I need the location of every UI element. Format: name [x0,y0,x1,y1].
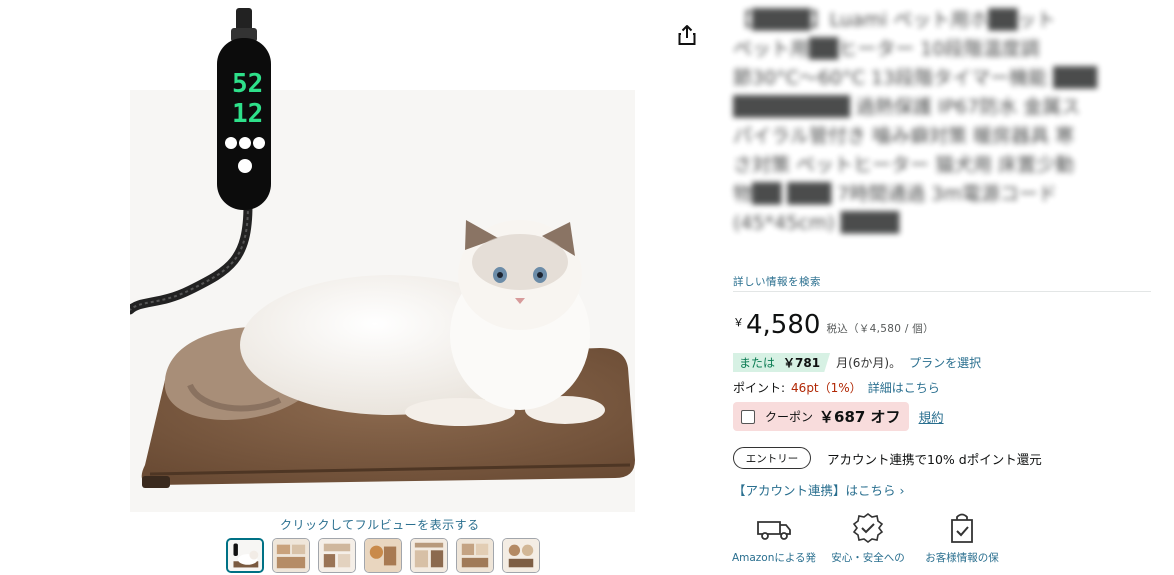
installment-prefix: または [739,356,776,370]
feature-privacy[interactable]: お客様情報の保 [921,510,1003,565]
shield-badge-icon [852,513,884,543]
truck-icon [757,521,791,540]
select-plan-link[interactable]: プランを選択 [909,354,981,371]
installment-amount: ￥781 [783,356,821,370]
installment-term: 月(6か月)。 [836,356,902,370]
title-line-6: さ対策 ペットヒーター 猫犬用 床置少動 [733,154,1075,176]
thumbnail-7[interactable] [502,538,540,573]
thumbnail-1[interactable] [226,538,264,573]
installment-row: または ￥781 月(6か月)。 プランを選択 [733,353,981,372]
points-value: 46pt（1%） [791,381,862,395]
share-icon[interactable] [676,24,698,46]
controller-timer-display: 12 [232,99,263,129]
feature-label: Amazonによる発 [731,552,817,564]
coupon-terms-link[interactable]: 規約 [919,407,944,426]
thumbnail-3[interactable] [318,538,356,573]
feature-label: 安心・安全への [831,552,905,564]
title-line-5: パイラル管付き 噛み癖対策 暖房器具 寒 [733,125,1075,147]
thumbnail-4[interactable] [364,538,402,573]
coupon-amount: ￥687 オフ [819,408,901,426]
price-tax-note: 税込（￥4,580 / 個） [826,323,934,335]
feature-badges: Amazonによる発 安心・安全への お客様情報の保 [731,510,1003,565]
thumbnail-strip [226,538,540,573]
secure-bag-icon [951,513,973,543]
account-link[interactable]: 【アカウント連携】はこちら › [733,480,904,499]
price-amount: 4,580 [746,310,821,340]
title-line-3: 節30°C～60°C 13段階タイマー機能 ███ [733,67,1097,89]
entry-button[interactable]: エントリー [733,447,811,469]
thumbnail-5[interactable] [410,538,448,573]
points-details-link[interactable]: 詳細はこちら [868,379,940,396]
click-to-fullview-hint[interactable]: クリックしてフルビューを表示する [280,516,480,533]
title-line-8: (45*45cm) ████ [733,212,900,234]
entry-promo-text: アカウント連携で10% dポイント還元 [827,451,1042,467]
feature-safety[interactable]: 安心・安全への [827,510,909,565]
thumbnail-2[interactable] [272,538,310,573]
title-line-1: 【████】Luami ペット用ホ██ット [733,9,1056,31]
title-line-7: 物██ ███ 7時間通過 3m電源コード [733,183,1057,205]
price-currency: ￥ [733,316,744,329]
price-block: ￥ 4,580 税込（￥4,580 / 個） [733,310,934,340]
coupon-row: クーポン ￥687 オフ 規約 [733,402,944,431]
coupon-label: クーポン [765,410,814,424]
thumbnail-6[interactable] [456,538,494,573]
product-title: 【████】Luami ペット用ホ██ット ペット用██ヒーター 10段階温度調… [733,6,1153,238]
product-image[interactable]: 52 12 [130,0,640,512]
points-label: ポイント: [733,381,786,395]
divider [733,291,1151,292]
title-line-2: ペット用██ヒーター 10段階温度調 [733,38,1040,60]
points-row: ポイント: 46pt（1%） 詳細はこちら [733,379,940,396]
title-line-4: ████████ 過熱保護 IP67防水 金属ス [733,96,1081,118]
controller-temp-display: 52 [232,69,263,99]
feature-label: お客様情報の保 [925,552,999,564]
coupon-box[interactable]: クーポン ￥687 オフ [733,402,909,431]
installment-badge: または ￥781 [733,353,831,372]
coupon-checkbox[interactable] [741,409,755,424]
entry-row: エントリー アカウント連携で10% dポイント還元 [733,447,1042,469]
details-search-link[interactable]: 詳しい情報を検索 [733,274,821,289]
feature-amazon-shipping[interactable]: Amazonによる発 [731,510,817,565]
